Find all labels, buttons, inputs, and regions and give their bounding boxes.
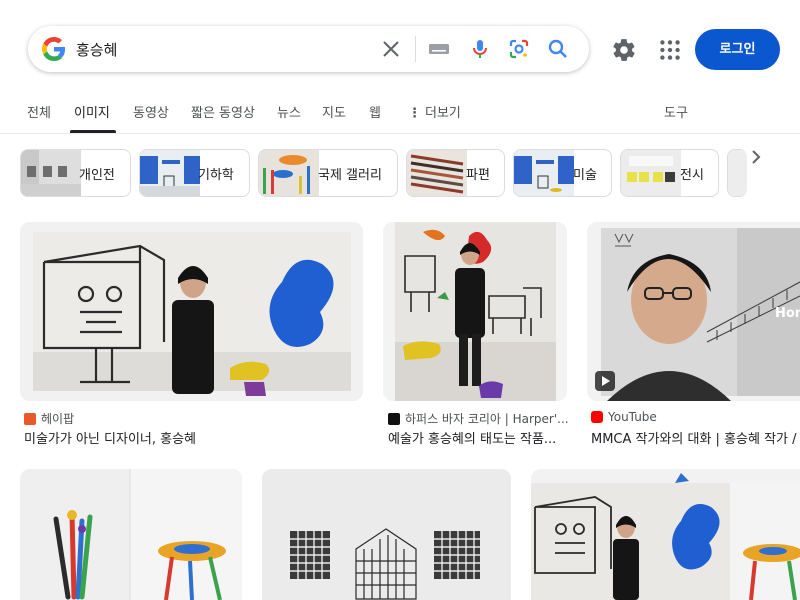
- search-tabs: 전체 이미지 동영상 짧은 동영상 뉴스 지도 웹 ⋮ 더보기 도구: [0, 96, 800, 134]
- tab-web[interactable]: 웹: [369, 102, 381, 121]
- chip-thumbnail: [140, 150, 200, 196]
- site-favicon-icon: [24, 412, 36, 425]
- chip-label: 기하학: [198, 168, 234, 183]
- youtube-icon: [591, 411, 603, 423]
- tab-all[interactable]: 전체: [27, 102, 51, 121]
- mic-icon[interactable]: [468, 37, 492, 61]
- tab-short-videos[interactable]: 짧은 동영상: [191, 102, 255, 121]
- chip-label: 개인전: [79, 168, 115, 183]
- tab-more[interactable]: ⋮ 더보기: [408, 102, 461, 121]
- clear-icon[interactable]: [379, 37, 403, 61]
- tab-more-label: 더보기: [425, 106, 461, 121]
- chip-label: 전시: [680, 168, 704, 183]
- chip-fragment[interactable]: 파편: [406, 149, 505, 197]
- video-overlay-text: Hor: [775, 306, 800, 321]
- result-title[interactable]: 예술가 홍승혜의 태도는 작품...: [388, 428, 570, 447]
- chip-thumbnail: [621, 150, 681, 196]
- chip-art[interactable]: 미술: [513, 149, 612, 197]
- play-icon: [595, 371, 615, 391]
- site-favicon-icon: [388, 412, 400, 425]
- result-title[interactable]: MMCA 작가와의 대화 | 홍승혜 작가 /: [591, 428, 800, 447]
- chip-label: 미술: [573, 168, 597, 183]
- result-image[interactable]: [531, 469, 800, 600]
- result-photo: [587, 222, 800, 401]
- result-image[interactable]: [383, 222, 567, 401]
- result-photo: [20, 222, 363, 401]
- search-box[interactable]: 홍승혜: [28, 26, 589, 72]
- result-photo: [20, 469, 242, 600]
- chip-thumbnail: [21, 150, 81, 196]
- chip-kukje-gallery[interactable]: 국제 갤러리: [258, 149, 398, 197]
- chevron-right-icon[interactable]: [744, 145, 768, 169]
- tab-news[interactable]: 뉴스: [277, 102, 301, 121]
- result-photo: [262, 469, 511, 600]
- search-input[interactable]: 홍승혜: [76, 39, 117, 60]
- chip-thumbnail: [514, 150, 574, 196]
- result-source-name: YouTube: [608, 410, 657, 424]
- settings-icon[interactable]: [611, 37, 637, 63]
- chip-label: 국제 갤러리: [318, 168, 382, 183]
- result-source[interactable]: 하퍼스 바자 코리아 | Harper'...: [388, 410, 569, 427]
- more-vert-icon: ⋮: [408, 106, 421, 121]
- chip-label: 파편: [466, 168, 490, 183]
- chip-geometry[interactable]: 기하학: [139, 149, 250, 197]
- result-image[interactable]: [20, 469, 242, 600]
- chip-solo-exhibition[interactable]: 개인전: [20, 149, 131, 197]
- chip-exhibition[interactable]: 전시: [620, 149, 719, 197]
- search-divider: [415, 36, 416, 62]
- tab-videos[interactable]: 동영상: [133, 102, 169, 121]
- tab-maps[interactable]: 지도: [322, 102, 346, 121]
- keyboard-icon[interactable]: [427, 37, 451, 61]
- google-g-icon: [42, 37, 66, 61]
- apps-icon[interactable]: [657, 37, 683, 63]
- search-icon[interactable]: [546, 37, 570, 61]
- result-title[interactable]: 미술가가 아닌 디자이너, 홍승혜: [24, 428, 363, 447]
- result-source[interactable]: YouTube: [591, 410, 657, 424]
- login-button[interactable]: 로그인: [695, 29, 780, 70]
- active-tab-indicator: [70, 130, 116, 133]
- result-source-name: 하퍼스 바자 코리아 | Harper'...: [405, 412, 569, 426]
- chip-thumbnail: [407, 150, 467, 196]
- lens-icon[interactable]: [507, 37, 531, 61]
- result-photo: [383, 222, 567, 401]
- result-source[interactable]: 헤이팝: [24, 410, 74, 427]
- tab-images[interactable]: 이미지: [74, 102, 110, 121]
- result-source-name: 헤이팝: [41, 412, 75, 426]
- result-image[interactable]: [262, 469, 511, 600]
- result-video-thumbnail[interactable]: Hor: [587, 222, 800, 401]
- result-image[interactable]: [20, 222, 363, 401]
- chip-thumbnail: [259, 150, 319, 196]
- tools-button[interactable]: 도구: [664, 102, 688, 121]
- result-photo: [531, 469, 800, 600]
